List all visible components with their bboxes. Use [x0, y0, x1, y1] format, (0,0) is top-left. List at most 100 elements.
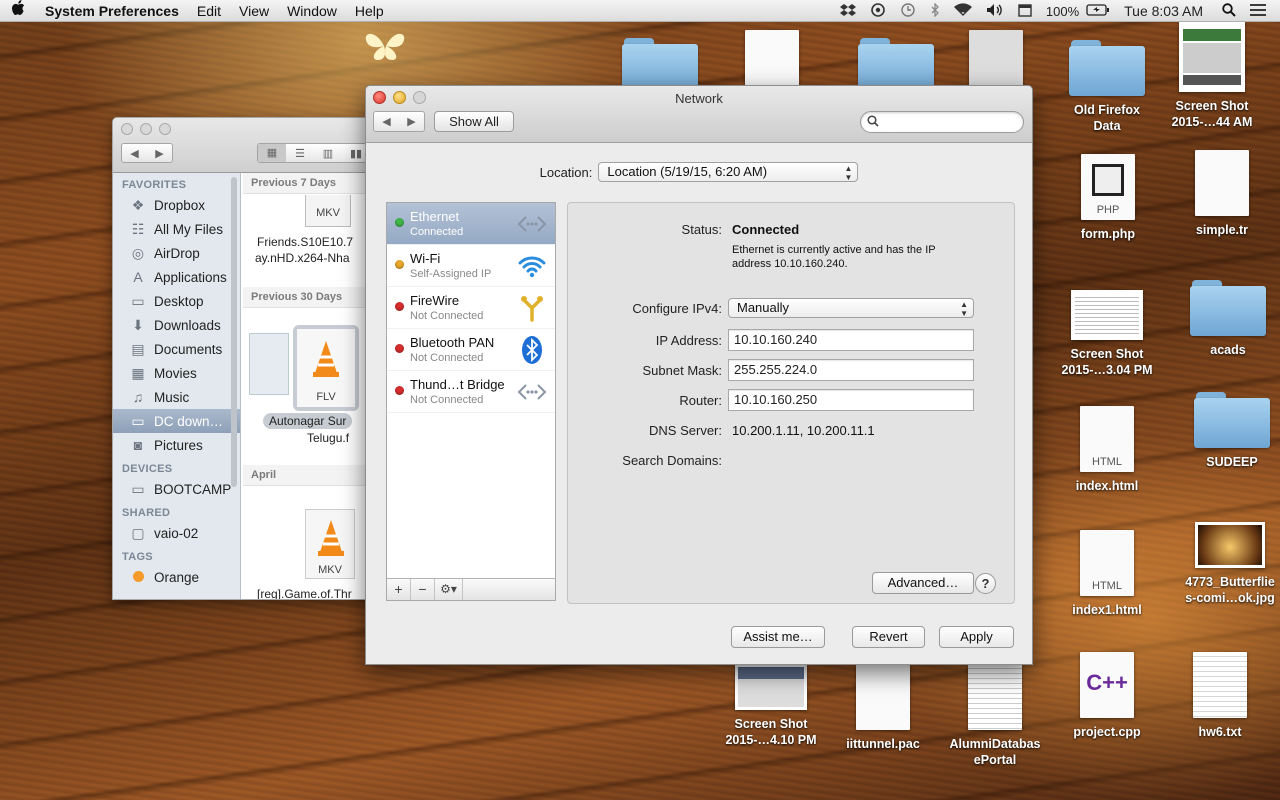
clock[interactable]: Tue 8:03 AM [1117, 3, 1215, 19]
desktop-item-index1-html[interactable]: HTML index1.html [1057, 530, 1157, 618]
file-name[interactable]: [reg].Game.of.Thr [257, 587, 352, 599]
zoom-button[interactable] [159, 123, 171, 135]
add-service-button[interactable]: + [387, 579, 411, 600]
dns-server-value[interactable]: 10.200.1.11, 10.200.11.1 [732, 423, 875, 438]
file-name[interactable]: Friends.S10E10.7 [257, 235, 353, 249]
back-arrow-icon[interactable]: ◀ [130, 147, 138, 160]
show-all-button[interactable]: Show All [434, 111, 514, 132]
bluetooth-status-icon[interactable] [923, 1, 947, 20]
remove-service-button[interactable]: − [411, 579, 435, 600]
desktop-item-butterflies-jpg[interactable]: 4773_Butterflie s-comi…ok.jpg [1180, 522, 1280, 606]
orange-tag-icon [129, 569, 147, 585]
service-status: Connected [410, 226, 464, 238]
desktop-item-sudeep[interactable]: SUDEEP [1182, 390, 1280, 470]
sidebar-item-music[interactable]: ♫ Music [113, 385, 240, 409]
dropbox-status-icon[interactable] [833, 3, 863, 20]
sidebar-item-documents[interactable]: ▤ Documents [113, 337, 240, 361]
file-name[interactable]: ay.nHD.x264-Nha [255, 251, 350, 265]
desktop-item-form-php[interactable]: PHP form.php [1058, 154, 1158, 242]
desktop-item-hw6-txt[interactable]: hw6.txt [1170, 652, 1270, 740]
file-name[interactable]: Telugu.f [307, 431, 349, 445]
desktop-item-screenshot-3[interactable]: Screen Shot 2015-…4.10 PM [721, 664, 821, 748]
revert-button[interactable]: Revert [852, 626, 925, 648]
sidebar-item-dropbox[interactable]: ❖ Dropbox [113, 193, 240, 217]
file-name-selected[interactable]: Autonagar Sur [263, 413, 353, 429]
forward-arrow-icon[interactable]: ▶ [155, 147, 163, 160]
desktop-item-label: index1.html [1072, 603, 1142, 617]
column-view-icon[interactable]: ▥ [314, 147, 342, 160]
sidebar-item-bootcamp[interactable]: ▭ BOOTCAMP [113, 477, 240, 501]
volume-icon[interactable] [979, 3, 1011, 20]
desktop-item-iittunnel-pac[interactable]: iittunnel.pac [833, 664, 933, 752]
service-item-bluetooth-pan[interactable]: Bluetooth PAN Not Connected [387, 329, 555, 371]
service-actions-gear-button[interactable]: ⚙▾ [435, 579, 463, 600]
apply-button[interactable]: Apply [939, 626, 1014, 648]
sidebar-item-airdrop[interactable]: ◎ AirDrop [113, 241, 240, 265]
flv-file-selected[interactable]: FLV [293, 325, 359, 411]
service-item-ethernet[interactable]: Ethernet Connected [387, 203, 555, 245]
sidebar-item-applications[interactable]: A Applications [113, 265, 240, 289]
menu-window[interactable]: Window [278, 3, 346, 19]
desktop-item-screenshot-2[interactable]: Screen Shot 2015-…3.04 PM [1057, 290, 1157, 378]
mov-file-icon[interactable] [249, 333, 289, 395]
icon-view-icon[interactable]: ▦ [258, 144, 286, 162]
battery-percent[interactable]: 100% [1039, 4, 1086, 19]
prefs-search-input[interactable] [860, 111, 1024, 133]
advanced-button[interactable]: Advanced… [872, 572, 974, 594]
apple-menu-icon[interactable] [0, 0, 36, 21]
sidebar-item-label: Orange [154, 569, 200, 585]
time-machine-icon[interactable] [893, 2, 923, 20]
desktop-item-screenshot-1[interactable]: Screen Shot 2015-…44 AM [1162, 22, 1262, 130]
sidebar-item-movies[interactable]: ▦ Movies [113, 361, 240, 385]
mkv-file-icon[interactable]: MKV [305, 509, 355, 579]
sidebar-item-all-my-files[interactable]: ☷ All My Files [113, 217, 240, 241]
location-popup[interactable]: Location (5/19/15, 6:20 AM) ▲ ▼ [598, 162, 859, 182]
service-item-firewire[interactable]: FireWire Not Connected [387, 287, 555, 329]
movies-icon: ▦ [131, 365, 145, 381]
menu-help[interactable]: Help [346, 3, 393, 19]
assist-me-button[interactable]: Assist me… [731, 626, 825, 648]
minimize-button[interactable] [140, 123, 152, 135]
prefs-back-forward[interactable]: ◀ ▶ [373, 111, 425, 132]
desktop-item-label: Old Firefox Data [1074, 103, 1140, 133]
sidebar-scrollbar[interactable] [231, 177, 237, 487]
service-item-wi-fi[interactable]: Wi-Fi Self-Assigned IP [387, 245, 555, 287]
desktop-item-alumni-portal[interactable]: AlumniDatabas ePortal [945, 664, 1045, 768]
eye-status-icon[interactable] [863, 2, 893, 20]
help-button[interactable]: ? [975, 573, 996, 594]
mkv-file-icon[interactable]: MKV [305, 195, 351, 227]
spotlight-icon[interactable] [1215, 2, 1243, 20]
sidebar-item-downloads[interactable]: ⬇ Downloads [113, 313, 240, 337]
router-field[interactable]: 10.10.160.250 [728, 389, 974, 411]
subnet-mask-field[interactable]: 255.255.224.0 [728, 359, 974, 381]
desktop-item-acads[interactable]: acads [1178, 278, 1278, 358]
app-menu[interactable]: System Preferences [36, 3, 188, 19]
close-button[interactable] [121, 123, 133, 135]
finder-back-forward[interactable]: ◀ ▶ [121, 143, 173, 163]
desktop-item-simple-tr[interactable]: simple.tr [1172, 150, 1272, 238]
menu-bar: System Preferences Edit View Window Help… [0, 0, 1280, 22]
configure-ipv4-popup[interactable]: Manually ▲ ▼ [728, 298, 974, 318]
service-item-thund-t-bridge[interactable]: Thund…t Bridge Not Connected [387, 371, 555, 413]
list-view-icon[interactable]: ☰ [286, 147, 314, 160]
drive-icon: ▭ [131, 481, 145, 497]
desktop-item-old-firefox[interactable]: Old Firefox Data [1057, 38, 1157, 134]
desktop-item-project-cpp[interactable]: C++ project.cpp [1057, 652, 1157, 740]
text-file-icon [1193, 652, 1247, 718]
sidebar-item-desktop[interactable]: ▭ Desktop [113, 289, 240, 313]
wifi-status-icon[interactable] [947, 2, 979, 20]
sidebar-item-dc-down[interactable]: ▭ DC down… [113, 409, 240, 433]
status-dot [395, 302, 404, 311]
forward-arrow-icon[interactable]: ▶ [407, 115, 415, 128]
desktop-item-index-html[interactable]: HTML index.html [1057, 406, 1157, 494]
battery-icon[interactable] [1086, 3, 1117, 19]
menu-view[interactable]: View [230, 3, 278, 19]
notification-center-icon[interactable] [1243, 3, 1280, 20]
sidebar-item-vaio[interactable]: ▢ vaio-02 [113, 521, 240, 545]
sidebar-item-tag-orange[interactable]: Orange [113, 565, 240, 589]
calendar-status-icon[interactable] [1011, 3, 1039, 20]
ip-address-field[interactable]: 10.10.160.240 [728, 329, 974, 351]
back-arrow-icon[interactable]: ◀ [382, 115, 390, 128]
sidebar-item-pictures[interactable]: ◙ Pictures [113, 433, 240, 457]
menu-edit[interactable]: Edit [188, 3, 230, 19]
